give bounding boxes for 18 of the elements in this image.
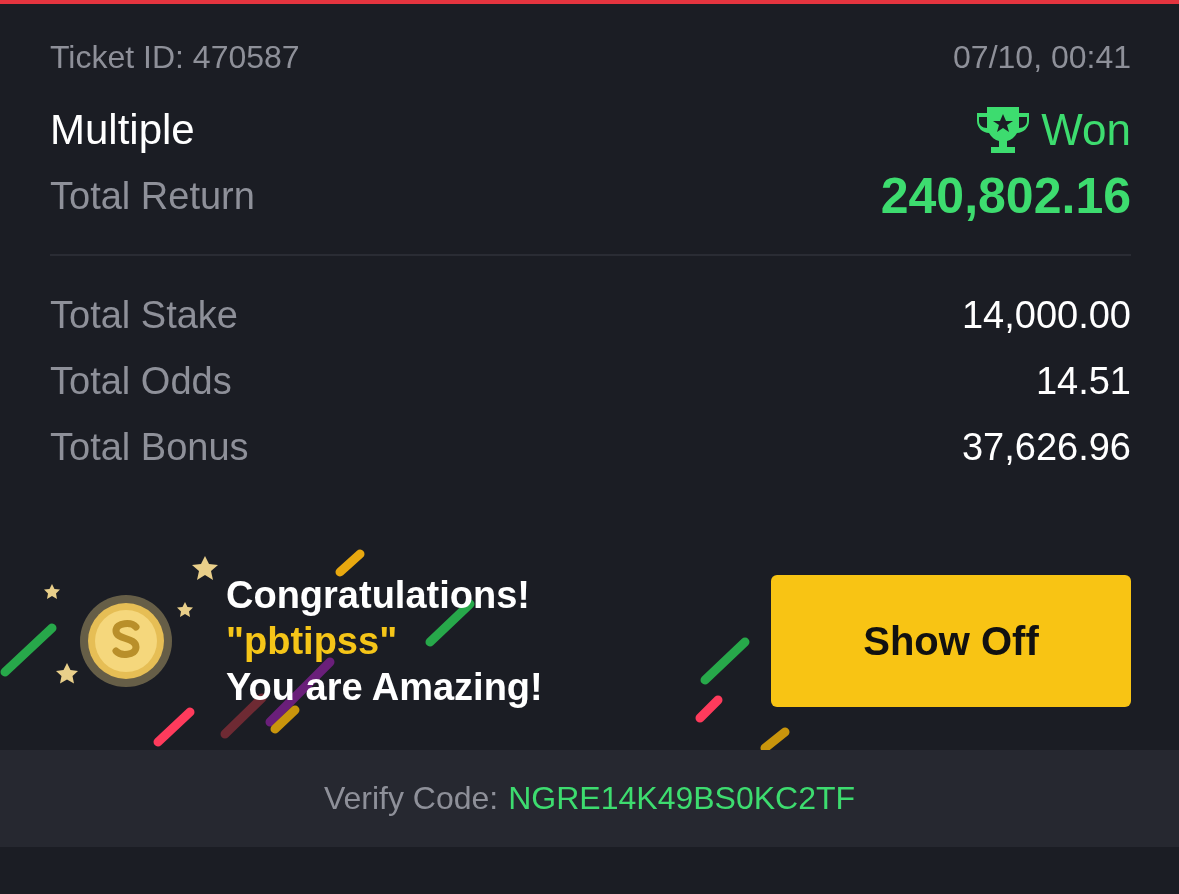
detail-value: 14.51 bbox=[1035, 359, 1131, 403]
detail-label: Total Bonus bbox=[50, 425, 249, 469]
detail-label: Total Stake bbox=[50, 293, 238, 337]
status-label: Won bbox=[1041, 105, 1131, 155]
username: "pbtipss" bbox=[226, 619, 399, 664]
verify-label: Verify Code: bbox=[323, 780, 499, 817]
total-return-value: 240,802.16 bbox=[880, 167, 1131, 225]
bet-type: Multiple bbox=[50, 106, 195, 154]
show-off-button[interactable]: Show Off bbox=[771, 575, 1131, 707]
detail-value: 37,626.96 bbox=[961, 425, 1131, 469]
detail-label: Total Odds bbox=[50, 359, 232, 403]
congrats-message: You are Amazing! bbox=[226, 665, 544, 710]
congrats-title: Congratulations! bbox=[226, 573, 531, 618]
detail-value: 14,000.00 bbox=[961, 293, 1131, 337]
ticket-time: 07/10, 00:41 bbox=[953, 38, 1131, 76]
ticket-id: Ticket ID: 470587 bbox=[50, 38, 300, 76]
total-return-label: Total Return bbox=[50, 174, 255, 218]
verify-code: NGRE14K49BS0KC2TF bbox=[508, 780, 856, 817]
